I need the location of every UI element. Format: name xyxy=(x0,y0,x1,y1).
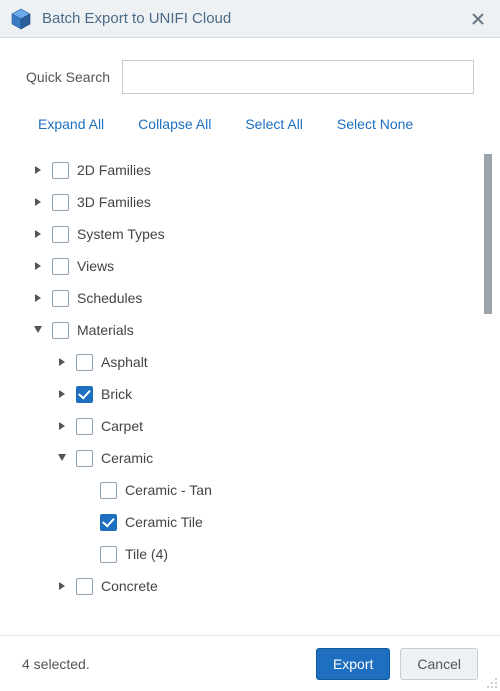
expand-all-link[interactable]: Expand All xyxy=(38,116,104,132)
tree-checkbox[interactable] xyxy=(52,226,69,243)
expand-arrow-icon[interactable] xyxy=(56,580,68,592)
expand-arrow-icon[interactable] xyxy=(56,388,68,400)
tree-node-label: Ceramic - Tan xyxy=(125,482,212,498)
tree-node-label: Views xyxy=(77,258,114,274)
tree-node-label: Asphalt xyxy=(101,354,148,370)
tree-node: Ceramic - Tan xyxy=(32,474,462,506)
tree-node: 3D Families xyxy=(32,186,462,218)
collapse-all-link[interactable]: Collapse All xyxy=(138,116,211,132)
collapse-arrow-icon[interactable] xyxy=(32,324,44,336)
cancel-button[interactable]: Cancel xyxy=(400,648,478,680)
expand-arrow-icon[interactable] xyxy=(32,260,44,272)
scrollbar-thumb[interactable] xyxy=(484,154,492,314)
tree-node: Ceramic xyxy=(32,442,462,474)
expand-arrow-icon[interactable] xyxy=(32,292,44,304)
export-button[interactable]: Export xyxy=(316,648,390,680)
tree-node: Ceramic Tile xyxy=(32,506,462,538)
tree-node: Carpet xyxy=(32,410,462,442)
tree-checkbox[interactable] xyxy=(52,258,69,275)
tree-checkbox[interactable] xyxy=(76,354,93,371)
window-title: Batch Export to UNIFI Cloud xyxy=(42,10,456,27)
tree-checkbox[interactable] xyxy=(100,482,117,499)
tree-node: Asphalt xyxy=(32,346,462,378)
search-label: Quick Search xyxy=(26,69,110,85)
tree-node-label: Materials xyxy=(77,322,134,338)
expand-arrow-icon[interactable] xyxy=(56,420,68,432)
tree-node: Tile (4) xyxy=(32,538,462,570)
tree-node-label: Ceramic xyxy=(101,450,153,466)
search-row: Quick Search xyxy=(26,60,474,94)
tree-node: 2D Families xyxy=(32,154,462,186)
tree-node: Schedules xyxy=(32,282,462,314)
selection-status: 4 selected. xyxy=(22,656,306,672)
tree-node: Views xyxy=(32,250,462,282)
tree-node-label: Schedules xyxy=(77,290,142,306)
tree-node: Brick xyxy=(32,378,462,410)
collapse-arrow-icon[interactable] xyxy=(56,452,68,464)
tree-checkbox[interactable] xyxy=(52,194,69,211)
tree-checkbox[interactable] xyxy=(76,578,93,595)
select-all-link[interactable]: Select All xyxy=(245,116,303,132)
tree-node-label: System Types xyxy=(77,226,165,242)
tree-checkbox[interactable] xyxy=(76,386,93,403)
close-icon[interactable] xyxy=(466,7,490,31)
search-input[interactable] xyxy=(122,60,474,94)
tree-node: Concrete xyxy=(32,570,462,602)
tree-checkbox[interactable] xyxy=(52,162,69,179)
tree-checkbox[interactable] xyxy=(52,322,69,339)
tree-checkbox[interactable] xyxy=(76,418,93,435)
expand-arrow-icon[interactable] xyxy=(32,196,44,208)
expand-arrow-icon[interactable] xyxy=(32,164,44,176)
footer: 4 selected. Export Cancel xyxy=(0,635,500,691)
tree-checkbox[interactable] xyxy=(100,546,117,563)
tree-checkbox[interactable] xyxy=(100,514,117,531)
tree-node-label: Concrete xyxy=(101,578,158,594)
tree-checkbox[interactable] xyxy=(76,450,93,467)
tree-node-label: Brick xyxy=(101,386,132,402)
app-icon xyxy=(10,8,32,30)
expand-arrow-icon[interactable] xyxy=(32,228,44,240)
tree-actions: Expand All Collapse All Select All Selec… xyxy=(26,116,474,132)
tree: 2D Families 3D Families System Types Views S… xyxy=(26,154,474,616)
resize-grip-icon[interactable] xyxy=(484,675,498,689)
tree-node-label: Carpet xyxy=(101,418,143,434)
tree-node: Materials xyxy=(32,314,462,346)
tree-node-label: 2D Families xyxy=(77,162,151,178)
titlebar: Batch Export to UNIFI Cloud xyxy=(0,0,500,38)
tree-node-label: Tile (4) xyxy=(125,546,168,562)
tree-node: System Types xyxy=(32,218,462,250)
tree-node-label: Ceramic Tile xyxy=(125,514,203,530)
tree-node-label: 3D Families xyxy=(77,194,151,210)
expand-arrow-icon[interactable] xyxy=(56,356,68,368)
select-none-link[interactable]: Select None xyxy=(337,116,413,132)
tree-checkbox[interactable] xyxy=(52,290,69,307)
